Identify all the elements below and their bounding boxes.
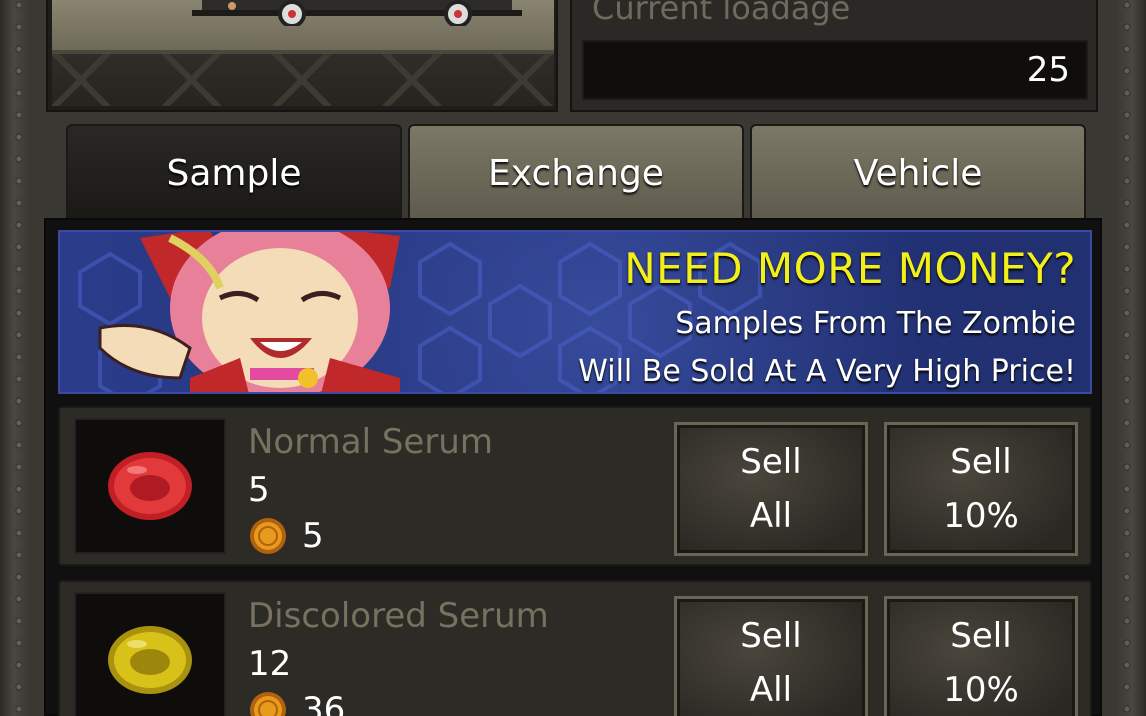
vehicle-stage	[52, 0, 554, 50]
loadage-panel: Current loadage 25	[570, 0, 1098, 112]
tab-exchange[interactable]: Exchange	[408, 124, 744, 220]
vehicle-icon	[192, 0, 522, 26]
character-portrait	[98, 232, 400, 392]
sell-pct-label-2: 10%	[943, 670, 1019, 710]
right-rivet-strip	[1122, 0, 1132, 716]
serum-icon	[108, 452, 192, 520]
banner-title: NEED MORE MONEY?	[624, 244, 1076, 293]
tab-sample[interactable]: Sample	[66, 124, 402, 220]
sell-all-button[interactable]: Sell All	[674, 422, 868, 556]
promo-banner: NEED MORE MONEY? Samples From The Zombie…	[58, 230, 1092, 394]
vehicle-preview-panel	[46, 0, 558, 112]
sell-pct-label-2: 10%	[943, 496, 1019, 536]
left-rivet-strip	[14, 0, 24, 716]
item-count: 5	[248, 470, 270, 510]
sell-10-percent-button[interactable]: Sell 10%	[884, 422, 1078, 556]
list-item: Normal Serum 5 5 Sell All Sell 10%	[58, 406, 1092, 566]
girder-platform	[52, 50, 554, 106]
sample-content-panel: NEED MORE MONEY? Samples From The Zombie…	[44, 218, 1102, 716]
tab-exchange-label: Exchange	[488, 152, 664, 194]
sell-pct-label-1: Sell	[950, 442, 1012, 482]
list-item: Discolored Serum 12 36 Sell All Sell 10%	[58, 580, 1092, 716]
sell-all-label-2: All	[749, 670, 793, 710]
tab-vehicle-label: Vehicle	[853, 152, 983, 194]
sell-all-label-2: All	[749, 496, 793, 536]
coin-icon	[250, 518, 286, 554]
tab-bar: Sample Exchange Vehicle	[66, 124, 1088, 220]
serum-icon	[108, 626, 192, 694]
item-price-row: 5	[248, 514, 324, 558]
sell-all-button[interactable]: Sell All	[674, 596, 868, 716]
loadage-value: 25	[1026, 50, 1070, 90]
item-price: 5	[302, 516, 324, 556]
item-thumbnail	[74, 418, 226, 554]
sell-all-label-1: Sell	[740, 616, 802, 656]
sell-all-label-1: Sell	[740, 442, 802, 482]
loadage-label: Current loadage	[592, 0, 851, 27]
item-count: 12	[248, 644, 292, 684]
item-name: Normal Serum	[248, 422, 493, 462]
sell-10-percent-button[interactable]: Sell 10%	[884, 596, 1078, 716]
item-name: Discolored Serum	[248, 596, 549, 636]
item-price: 36	[302, 690, 346, 716]
loadage-value-box: 25	[582, 40, 1088, 100]
sell-pct-label-1: Sell	[950, 616, 1012, 656]
coin-icon	[250, 692, 286, 716]
tab-vehicle[interactable]: Vehicle	[750, 124, 1086, 220]
banner-line-2: Will Be Sold At A Very High Price!	[578, 354, 1076, 389]
banner-line-1: Samples From The Zombie	[675, 306, 1076, 341]
tab-sample-label: Sample	[166, 152, 302, 194]
game-frame: Current loadage 25 Sample Exchange Vehic…	[0, 0, 1146, 716]
item-thumbnail	[74, 592, 226, 716]
item-price-row: 36	[248, 688, 345, 716]
